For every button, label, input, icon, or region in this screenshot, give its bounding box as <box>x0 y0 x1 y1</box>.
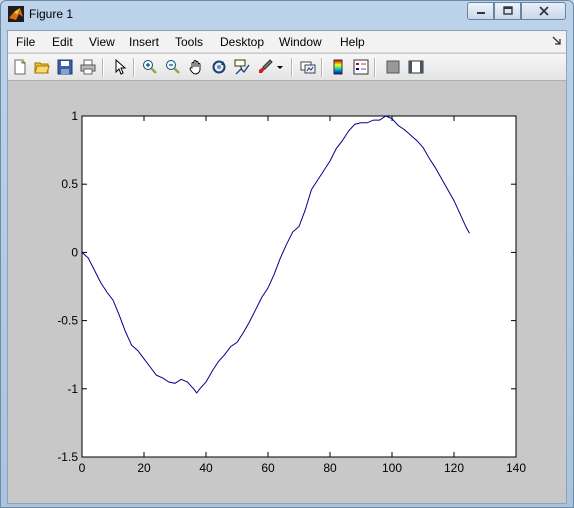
insert-colorbar-icon <box>333 59 343 75</box>
edit-plot-arrow-icon <box>115 59 127 75</box>
pan-hand-icon <box>189 60 201 75</box>
edit-plot-button[interactable] <box>111 58 129 76</box>
brush-dropdown-button[interactable] <box>275 58 285 76</box>
x-tick-label: 20 <box>137 461 151 475</box>
insert-legend-icon <box>353 59 369 75</box>
menu-help[interactable]: Help <box>340 35 365 49</box>
y-tick-label: 1 <box>71 109 78 123</box>
x-tick-label: 60 <box>261 461 275 475</box>
y-tick-label: 0.5 <box>61 177 78 191</box>
hide-plot-tools-icon <box>386 60 400 74</box>
data-cursor-button[interactable] <box>233 58 251 76</box>
x-tick-label: 40 <box>199 461 213 475</box>
toolbar-separator <box>133 58 134 77</box>
zoom-out-icon <box>166 60 180 74</box>
link-plot-button[interactable] <box>299 58 317 76</box>
menu-view[interactable]: View <box>89 35 115 49</box>
insert-colorbar-button[interactable] <box>329 58 347 76</box>
close-icon <box>538 6 549 16</box>
window-title: Figure 1 <box>29 7 74 21</box>
close-button[interactable] <box>521 2 566 20</box>
x-tick-label: 120 <box>444 461 464 475</box>
toolbar-separator <box>102 58 103 77</box>
y-tick-label: 0 <box>71 245 78 259</box>
zoom-in-button[interactable] <box>141 58 159 76</box>
brush-icon <box>259 59 273 73</box>
menu-bar: File Edit View Insert Tools Desktop Wind… <box>8 31 566 53</box>
data-cursor-icon <box>234 59 250 75</box>
open-file-button[interactable] <box>33 58 51 76</box>
menu-file[interactable]: File <box>16 35 35 49</box>
menu-window[interactable]: Window <box>279 35 322 49</box>
menu-insert[interactable]: Insert <box>129 35 159 49</box>
open-file-icon <box>34 62 50 74</box>
new-figure-button[interactable] <box>11 58 29 76</box>
toolbar-separator <box>321 58 322 77</box>
toolbar-separator <box>374 58 375 77</box>
insert-legend-button[interactable] <box>352 58 370 76</box>
rotate-3d-icon <box>212 60 226 74</box>
figure-canvas[interactable]: 0 20 40 60 80 100 120 140 -1.5 -1 -0.5 0 0.5 1 <box>8 82 566 503</box>
x-tick-label: 140 <box>506 461 526 475</box>
save-icon <box>57 59 73 75</box>
matlab-logo-icon <box>8 6 24 22</box>
y-tick-label: -1.5 <box>57 450 78 464</box>
menu-desktop[interactable]: Desktop <box>220 35 264 49</box>
zoom-out-button[interactable] <box>164 58 182 76</box>
x-tick-label: 0 <box>79 461 86 475</box>
minimize-button[interactable] <box>467 2 494 20</box>
maximize-button[interactable] <box>494 2 521 20</box>
save-button[interactable] <box>56 58 74 76</box>
y-tick-label: -1 <box>67 382 78 396</box>
menu-edit[interactable]: Edit <box>52 35 73 49</box>
print-button[interactable] <box>79 58 97 76</box>
axes-box <box>81 115 517 458</box>
figure-toolbar <box>8 54 566 81</box>
maximize-icon <box>502 6 513 15</box>
y-tick-label: -0.5 <box>57 314 78 328</box>
figure-client-area: File Edit View Insert Tools Desktop Wind… <box>7 30 567 504</box>
brush-button[interactable] <box>256 58 274 76</box>
show-plot-tools-icon <box>408 60 424 74</box>
hide-plot-tools-button[interactable] <box>384 58 402 76</box>
link-plot-icon <box>300 61 316 74</box>
plot-canvas[interactable]: 0 20 40 60 80 100 120 140 -1.5 -1 -0.5 0 0.5 1 <box>8 82 566 503</box>
figure-window: Figure 1 File Edit View Insert Tools Des… <box>0 0 574 508</box>
minimize-icon <box>476 12 485 14</box>
x-tick-label: 100 <box>382 461 402 475</box>
brush-dropdown-icon <box>277 66 283 69</box>
toolbar-separator <box>291 58 292 77</box>
pan-button[interactable] <box>187 58 205 76</box>
dock-arrow-icon[interactable] <box>552 35 562 47</box>
print-icon <box>80 59 96 75</box>
show-plot-tools-button[interactable] <box>407 58 425 76</box>
new-figure-icon <box>14 59 26 75</box>
zoom-in-icon <box>143 60 157 74</box>
rotate-3d-button[interactable] <box>210 58 228 76</box>
x-tick-label: 80 <box>323 461 337 475</box>
title-bar[interactable]: Figure 1 <box>1 1 573 27</box>
menu-tools[interactable]: Tools <box>175 35 203 49</box>
